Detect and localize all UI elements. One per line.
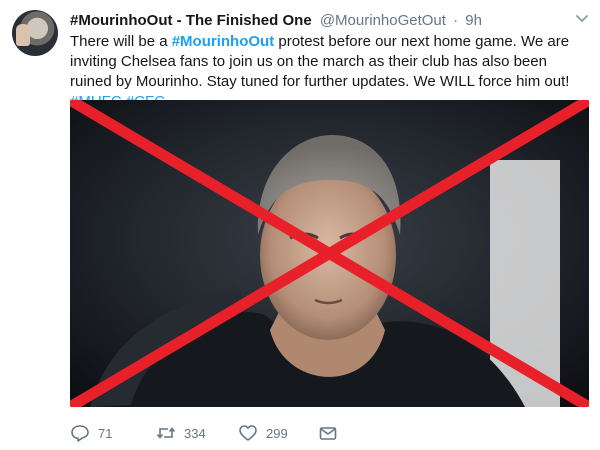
envelope-icon	[318, 423, 338, 443]
tweet-header: #MourinhoOut - The Finished One @Mourinh…	[70, 11, 540, 31]
timestamp[interactable]: 9h	[465, 12, 482, 29]
photo-illustration	[70, 100, 589, 407]
tweet-actions: 71 334 299	[70, 422, 570, 444]
avatar-hand-graphic	[16, 24, 30, 46]
reply-button[interactable]: 71	[70, 422, 112, 444]
tweet-media-photo[interactable]	[70, 100, 589, 407]
like-count: 299	[266, 425, 288, 441]
heart-icon	[238, 423, 258, 443]
like-button[interactable]: 299	[238, 422, 288, 444]
chevron-down-icon[interactable]	[572, 10, 592, 30]
direct-message-button[interactable]	[318, 422, 346, 444]
tweet-card[interactable]: #MourinhoOut - The Finished One @Mourinh…	[0, 0, 600, 450]
retweet-icon	[156, 423, 176, 443]
reply-count: 71	[98, 425, 113, 441]
separator-dot: ·	[453, 12, 459, 29]
retweet-button[interactable]: 334	[156, 422, 206, 444]
tweet-text-part1: There will be a	[70, 33, 172, 50]
user-handle[interactable]: @MourinhoGetOut	[320, 12, 446, 29]
retweet-count: 334	[184, 425, 206, 441]
reply-icon	[70, 423, 90, 443]
hashtag-mourinhoout[interactable]: #MourinhoOut	[172, 33, 274, 50]
display-name[interactable]: #MourinhoOut - The Finished One	[70, 12, 312, 29]
avatar[interactable]	[12, 10, 58, 56]
